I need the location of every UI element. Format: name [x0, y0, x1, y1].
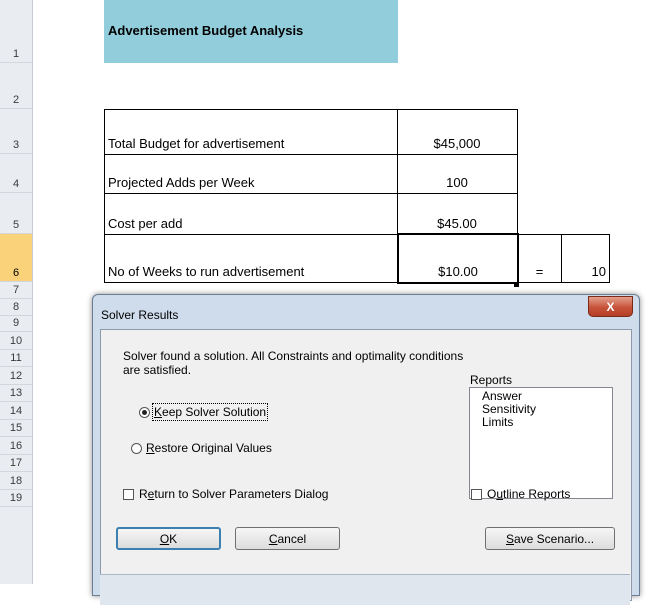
result-cell[interactable]: 10 [561, 234, 610, 283]
close-button[interactable]: X [588, 296, 633, 317]
restore-original-values-label: Restore Original Values [146, 441, 272, 455]
row-number[interactable]: 3 [0, 109, 32, 154]
row-number[interactable]: 9 [0, 316, 32, 332]
dialog-title: Solver Results [101, 308, 179, 322]
radio-checked-icon[interactable] [139, 406, 150, 418]
row-number[interactable]: 19 [0, 490, 32, 507]
row-number[interactable]: 14 [0, 402, 32, 420]
checkbox-unchecked-icon[interactable] [471, 488, 482, 500]
active-cell-weeks-value[interactable]: $10.00 [397, 233, 519, 284]
keep-solver-solution-label: Keep Solver Solution [151, 403, 269, 421]
save-scenario-button[interactable]: Save Scenario... [485, 527, 615, 550]
solver-message: Solver found a solution. All Constraints… [123, 349, 464, 377]
row-number[interactable]: 18 [0, 472, 32, 490]
label-cell-projected-adds[interactable]: Projected Adds per Week [104, 154, 398, 194]
equals-cell[interactable]: = [518, 234, 562, 283]
dialog-bottom-panel [100, 574, 630, 605]
radio-unchecked-icon[interactable] [131, 442, 142, 454]
row-number[interactable]: 2 [0, 63, 32, 109]
checkbox-unchecked-icon[interactable] [123, 488, 134, 500]
row-number[interactable]: 10 [0, 332, 32, 350]
ok-button[interactable]: OK [116, 527, 221, 550]
value-cell-cost-per-add[interactable]: $45.00 [397, 193, 518, 235]
row-number[interactable]: 16 [0, 437, 32, 455]
value-cell-total-budget[interactable]: $45,000 [397, 109, 518, 155]
row-number[interactable]: 4 [0, 154, 32, 193]
row-number-selected[interactable]: 6 [0, 234, 32, 282]
keep-solver-solution-option[interactable]: Keep Solver Solution [139, 403, 269, 421]
row-number[interactable]: 1 [0, 0, 32, 63]
row-number[interactable]: 8 [0, 299, 32, 316]
solver-results-dialog: Solver Results X Solver found a solution… [92, 294, 640, 605]
label-cell-cost-per-add[interactable]: Cost per add [104, 193, 398, 235]
close-icon: X [606, 299, 615, 314]
value-cell-projected-adds[interactable]: 100 [397, 154, 518, 194]
row-header: 1 2 3 4 5 6 7 8 9 10 11 12 13 14 15 16 1… [0, 0, 33, 584]
restore-original-values-option[interactable]: Restore Original Values [131, 441, 272, 455]
row-number[interactable]: 15 [0, 420, 32, 437]
row-number[interactable]: 12 [0, 367, 32, 385]
cancel-button[interactable]: Cancel [235, 527, 340, 550]
row-number[interactable]: 11 [0, 350, 32, 367]
row-number[interactable]: 17 [0, 455, 32, 472]
reports-label: Reports [470, 373, 513, 387]
report-item-limits[interactable]: Limits [482, 416, 612, 429]
outline-reports-label: Outline Reports [487, 487, 571, 501]
label-cell-weeks[interactable]: No of Weeks to run advertisement [104, 234, 398, 283]
dialog-client: Solver found a solution. All Constraints… [100, 329, 632, 605]
fill-handle[interactable] [514, 282, 519, 287]
row-number[interactable]: 5 [0, 193, 32, 234]
sheet-title-cell[interactable]: Advertisement Budget Analysis [104, 0, 398, 63]
row-number[interactable]: 13 [0, 385, 32, 402]
reports-listbox[interactable]: Answer Sensitivity Limits [469, 387, 613, 499]
outline-reports-option[interactable]: Outline Reports [471, 487, 570, 501]
row-number[interactable]: 7 [0, 282, 32, 299]
label-cell-total-budget[interactable]: Total Budget for advertisement [104, 109, 398, 155]
dialog-titlebar[interactable]: Solver Results X [93, 295, 639, 329]
return-to-solver-parameters-label: Return to Solver Parameters Dialog [139, 487, 329, 501]
return-to-solver-parameters-option[interactable]: Return to Solver Parameters Dialog [123, 487, 328, 501]
